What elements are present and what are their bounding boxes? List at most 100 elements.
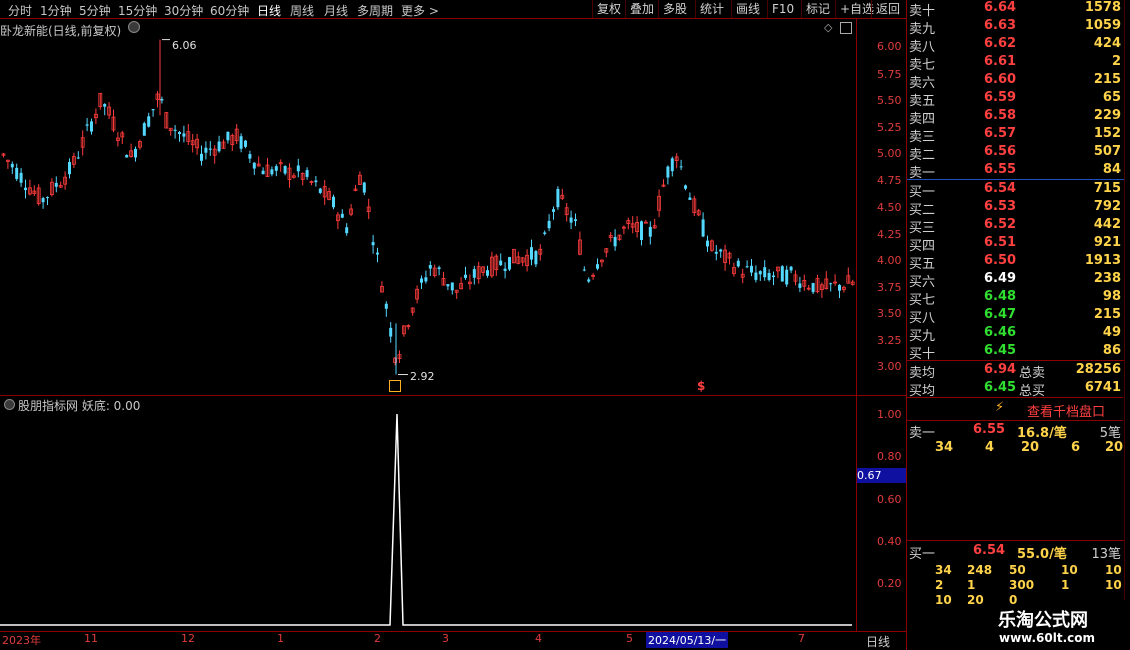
tab-daily[interactable]: 日线 [257, 2, 281, 19]
tab-more[interactable]: 更多 > [401, 2, 439, 19]
level-volume: 921 [1093, 235, 1121, 250]
level-price: 6.53 [984, 199, 1017, 214]
candle-body [248, 154, 252, 159]
x-tick: 7 [798, 632, 805, 645]
draw-line-button[interactable]: 画线 [731, 0, 764, 18]
diamond-icon[interactable]: ◇ [824, 21, 832, 34]
bid-level[interactable]: 买三 6.52 442 [909, 217, 1121, 236]
mark-button[interactable]: 标记 [801, 0, 834, 18]
bid-level[interactable]: 买七 6.48 98 [909, 289, 1121, 308]
ask-level[interactable]: 卖一 6.55 84 [909, 162, 1121, 181]
multi-stock-button[interactable]: 多股 [658, 0, 691, 18]
ask-level[interactable]: 卖十 6.64 1578 [909, 0, 1121, 19]
candlestick-chart [1, 39, 855, 376]
candle-body [785, 269, 789, 285]
candle-body [389, 327, 393, 337]
candle-body [543, 232, 547, 234]
x-tick: 4 [535, 632, 542, 645]
candle-body [640, 221, 643, 241]
ask-level[interactable]: 卖五 6.59 65 [909, 90, 1121, 109]
watermark-url: www.60lt.com [999, 631, 1096, 645]
candle-body [239, 136, 243, 149]
queue-order: 4 [985, 440, 995, 455]
candle-body [666, 166, 670, 178]
overlay-button[interactable]: 叠加 [625, 0, 658, 18]
candlestick-pane[interactable]: 卧龙新能(日线,前复权) ◇ 6.06 2.92 $ [0, 19, 856, 395]
ask-level[interactable]: 卖九 6.63 1059 [909, 18, 1121, 37]
ask-level[interactable]: 卖四 6.58 229 [909, 108, 1121, 127]
back-button[interactable]: 返回 [871, 0, 904, 18]
level-label: 卖二 [909, 148, 936, 163]
bid-level[interactable]: 买六 6.49 238 [909, 271, 1121, 290]
bid-level[interactable]: 买八 6.47 215 [909, 307, 1121, 326]
tab-monthly[interactable]: 月线 [324, 2, 348, 19]
price-tick: 4.25 [877, 228, 902, 241]
bid-level[interactable]: 买四 6.51 921 [909, 235, 1121, 254]
level-volume: 1059 [1084, 18, 1121, 33]
tab-15min[interactable]: 15分钟 [118, 2, 157, 19]
bid-level[interactable]: 买五 6.50 1913 [909, 253, 1121, 272]
x-cursor-date: 2024/05/13/一 [646, 632, 729, 648]
level-price: 6.49 [984, 271, 1017, 286]
book-separator [907, 179, 1130, 180]
ask-level[interactable]: 卖三 6.57 152 [909, 126, 1121, 145]
level-price: 6.57 [984, 126, 1017, 141]
queue-order: 20 [1105, 440, 1124, 455]
candle-body [547, 220, 551, 229]
tab-30min[interactable]: 30分钟 [164, 2, 203, 19]
avg-separator [907, 360, 1130, 361]
indicator-options-icon[interactable] [4, 399, 15, 410]
tab-60min[interactable]: 60分钟 [210, 2, 249, 19]
queue-order: 300 [1009, 578, 1035, 592]
level-label: 卖十 [909, 4, 936, 19]
candle-body [499, 260, 503, 266]
stats-button[interactable]: 统计 [695, 0, 728, 18]
maximize-icon[interactable] [840, 22, 852, 34]
candle-body [85, 124, 89, 126]
candle-body [151, 109, 155, 111]
candle-body [750, 265, 753, 273]
period-toolbar: 分时 1分钟 5分钟 15分钟 30分钟 60分钟 日线 周线 月线 多周期 更… [0, 0, 906, 19]
x-tick: 1 [277, 632, 284, 645]
level-volume: 65 [1102, 90, 1121, 105]
level-label: 买四 [909, 239, 936, 254]
candle-body [226, 131, 230, 141]
chart-options-icon[interactable] [128, 21, 140, 33]
fuquan-button[interactable]: 复权 [592, 0, 625, 18]
total-value: 6741 [1084, 380, 1121, 395]
tab-5min[interactable]: 5分钟 [79, 2, 111, 19]
tab-fenshi[interactable]: 分时 [8, 2, 32, 19]
ask-level[interactable]: 卖二 6.56 507 [909, 144, 1121, 163]
indicator-tick: 0.60 [877, 493, 902, 506]
tab-multi-period[interactable]: 多周期 [357, 2, 393, 19]
signal-mark: $ [697, 379, 706, 393]
queue-order: 34 [935, 563, 952, 577]
bid-level[interactable]: 买九 6.46 49 [909, 325, 1121, 344]
thousand-level-button[interactable]: ⚡ 查看千档盘口 [907, 397, 1123, 421]
candle-body [582, 269, 586, 271]
candle-body [178, 132, 181, 135]
level-label: 卖九 [909, 22, 936, 37]
level-label: 买九 [909, 329, 936, 344]
candle-body [789, 266, 793, 271]
level-volume: 424 [1093, 36, 1121, 51]
tab-weekly[interactable]: 周线 [290, 2, 314, 19]
ask-level[interactable]: 卖八 6.62 424 [909, 36, 1121, 55]
bid-level[interactable]: 买二 6.53 792 [909, 199, 1121, 218]
candle-body [670, 158, 674, 172]
candle-body [446, 284, 450, 287]
bid-level[interactable]: 买一 6.54 715 [909, 181, 1121, 200]
candle-body [244, 140, 247, 147]
level-label: 买二 [909, 203, 936, 218]
tab-1min[interactable]: 1分钟 [40, 2, 72, 19]
avg-label: 卖均 [909, 366, 936, 381]
f10-button[interactable]: F10 [767, 0, 798, 18]
indicator-pane[interactable]: 股朋指标网 妖底: 0.00 [0, 396, 856, 631]
level-price: 6.63 [984, 18, 1017, 33]
cursor-value: 0.67 [857, 469, 882, 482]
candle-body [648, 226, 652, 237]
ask-level[interactable]: 卖七 6.61 2 [909, 54, 1121, 73]
bid-level[interactable]: 买十 6.45 86 [909, 343, 1121, 362]
candle-body [182, 133, 186, 137]
ask-level[interactable]: 卖六 6.60 215 [909, 72, 1121, 91]
